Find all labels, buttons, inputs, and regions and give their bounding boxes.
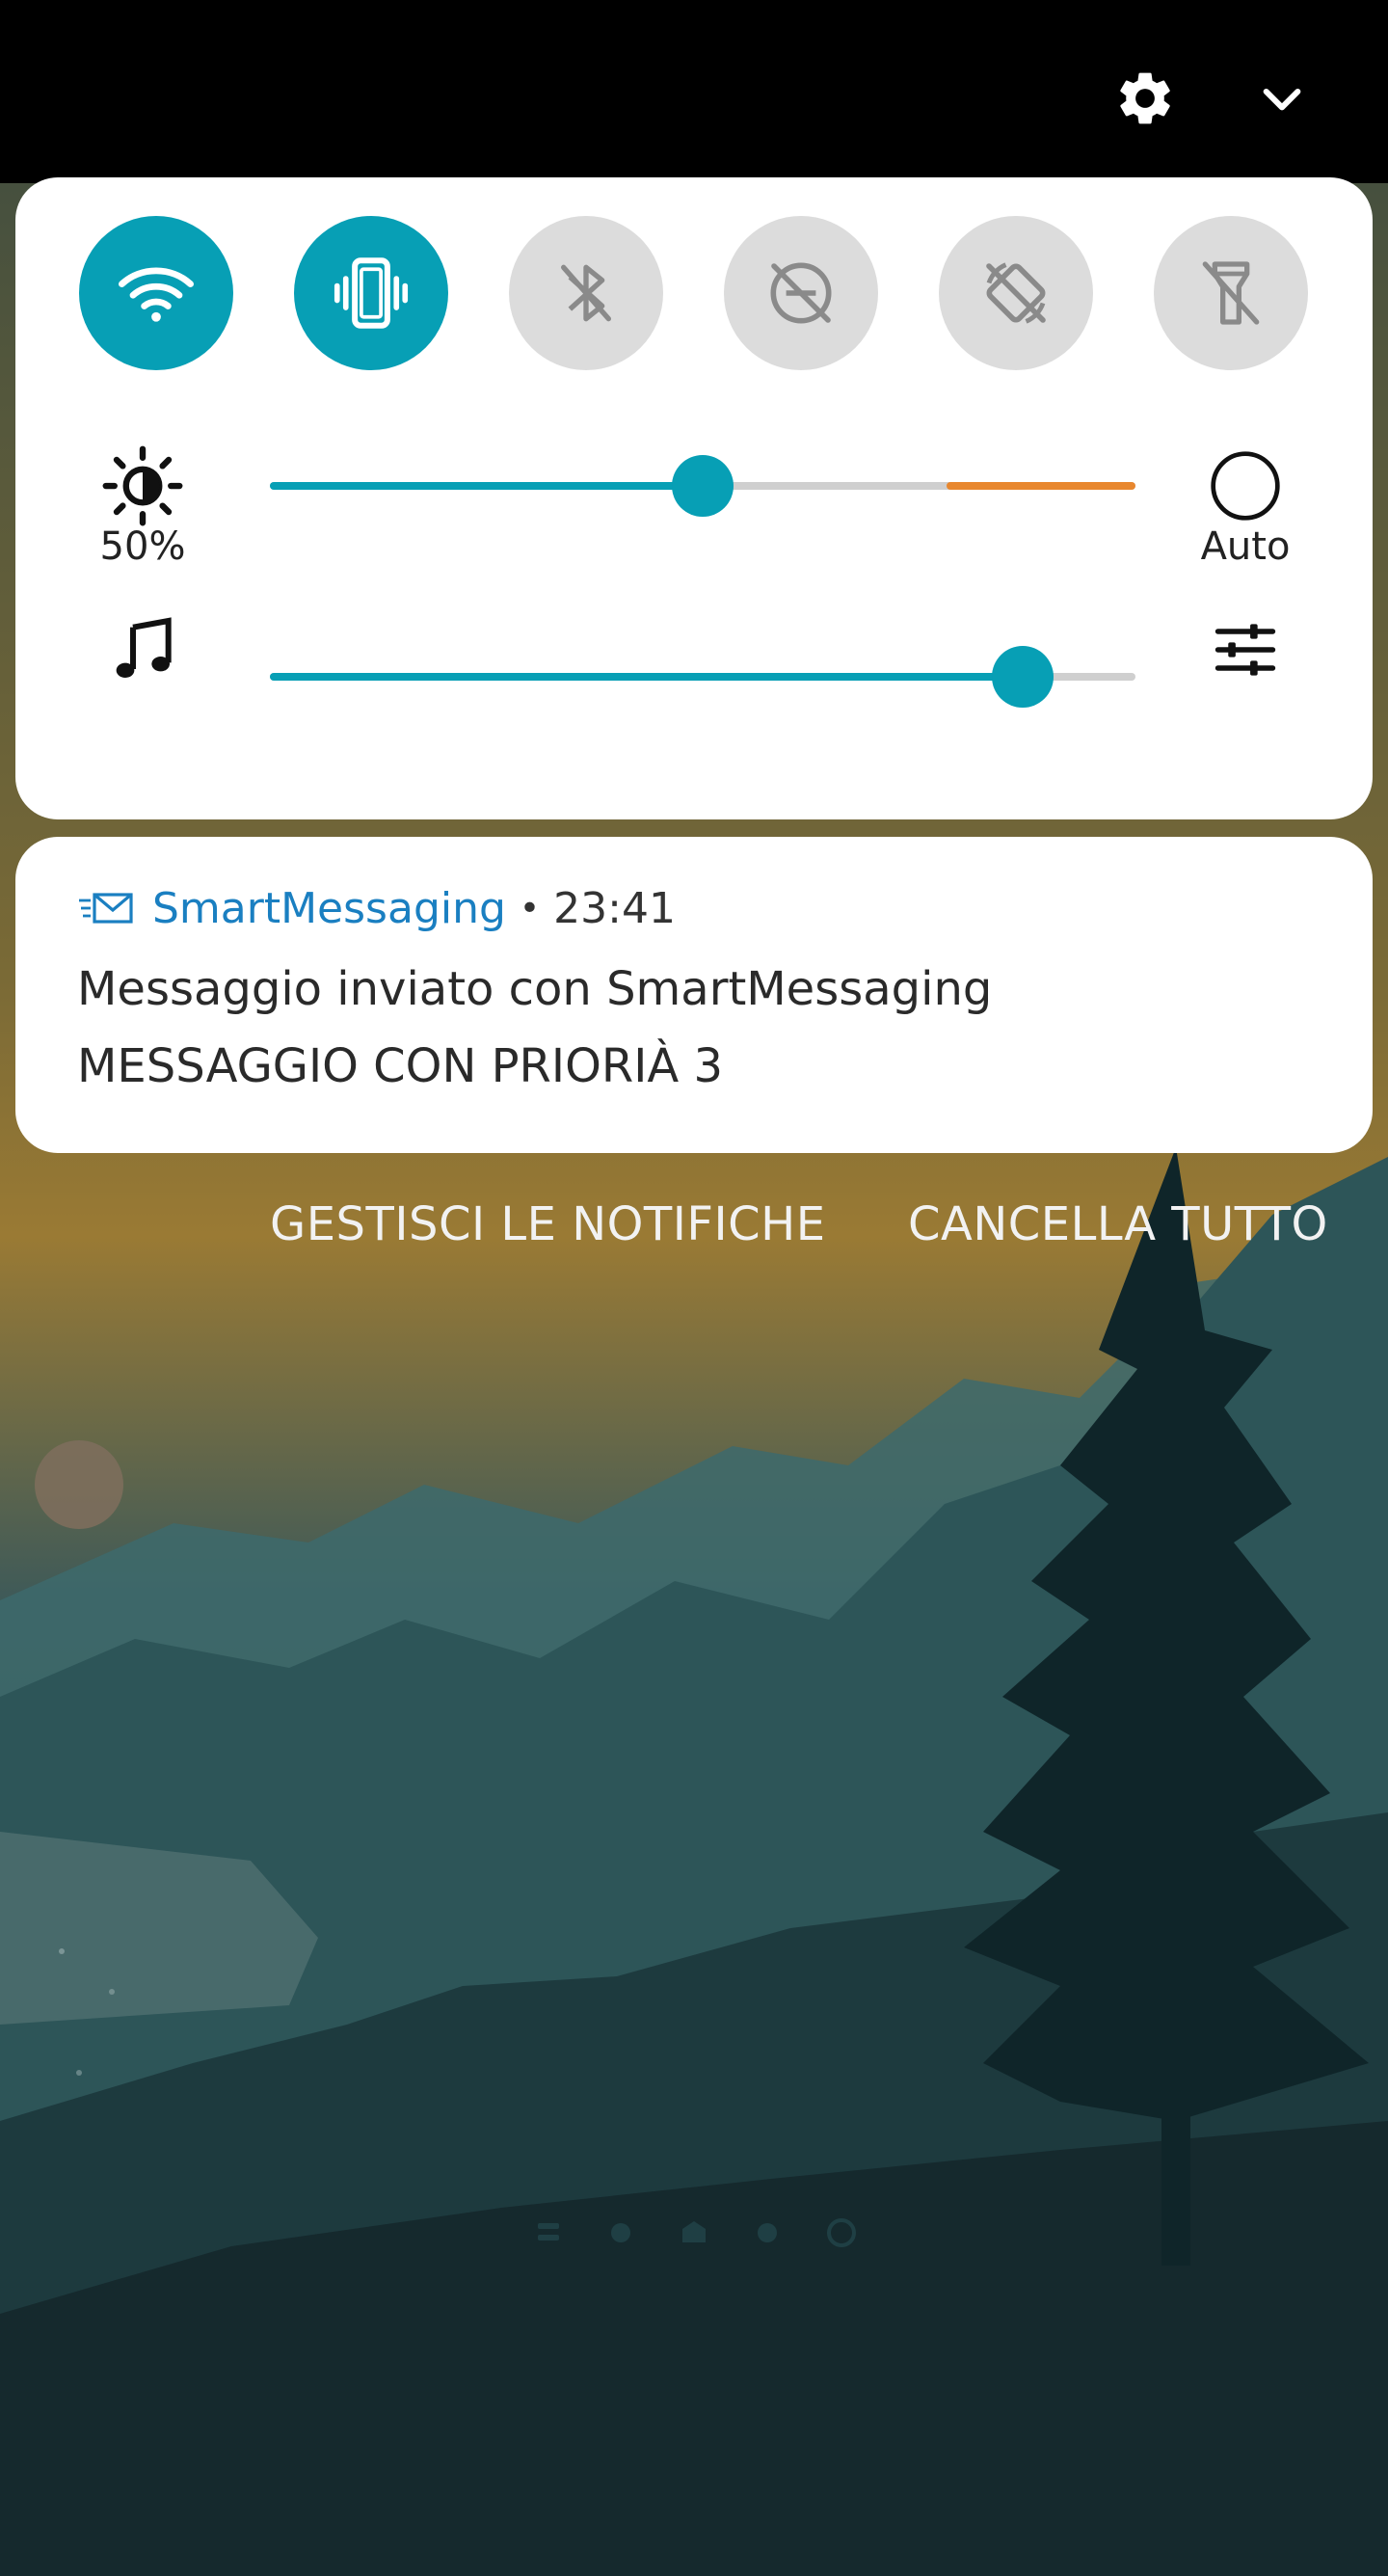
notification-shade: 50% Auto SmartMessaging • 23:41 Messaggi… (0, 0, 1388, 2576)
brightness-percent: 50% (99, 524, 186, 569)
notification-header: SmartMessaging • 23:41 (77, 879, 676, 937)
flashlight-off-icon (1202, 261, 1260, 325)
bluetooth-off-icon (561, 264, 611, 322)
tile-wifi[interactable] (79, 216, 233, 370)
notification-card[interactable]: SmartMessaging • 23:41 Messaggio inviato… (15, 837, 1373, 1153)
brightness-icon (94, 438, 191, 534)
settings-button[interactable] (1107, 60, 1184, 137)
notification-body: MESSAGGIO CON PRIORIÀ 3 (77, 1039, 723, 1093)
status-header (0, 0, 1388, 183)
vibrate-icon (334, 257, 409, 329)
auto-brightness-label: Auto (1200, 524, 1291, 569)
tile-auto-rotate[interactable] (939, 216, 1093, 370)
auto-brightness-toggle[interactable] (1197, 438, 1294, 534)
sound-settings-button[interactable] (1197, 602, 1294, 698)
volume-slider-thumb[interactable] (992, 646, 1054, 708)
collapse-button[interactable] (1243, 60, 1321, 137)
brightness-slider[interactable] (270, 455, 1135, 517)
indicator-home-icon (682, 2221, 706, 2242)
music-note-icon (94, 602, 191, 698)
quick-settings-panel: 50% Auto (15, 177, 1373, 819)
gear-icon (1120, 72, 1170, 124)
volume-row (15, 617, 1373, 775)
brightness-slider-fill (270, 482, 703, 490)
envelope-fast-icon (79, 893, 133, 924)
indicator-menu-icon (538, 2223, 559, 2229)
notification-time: 23:41 (553, 883, 676, 933)
volume-slider-fill (270, 673, 1024, 681)
indicator-dot (758, 2223, 777, 2242)
brightness-warning-range (947, 482, 1135, 490)
tile-vibration[interactable] (294, 216, 448, 370)
wifi-icon (119, 267, 194, 322)
equalizer-icon (1214, 624, 1276, 676)
rotate-off-icon (986, 262, 1046, 324)
tile-bluetooth[interactable] (509, 216, 663, 370)
indicator-current-page (827, 2218, 856, 2247)
notification-app-name: SmartMessaging (152, 883, 506, 933)
manage-notifications-button[interactable]: GESTISCI LE NOTIFICHE (270, 1197, 826, 1251)
volume-slider[interactable] (270, 646, 1135, 708)
home-page-indicator (538, 2218, 856, 2247)
indicator-dot (611, 2223, 630, 2242)
tile-do-not-disturb[interactable] (724, 216, 878, 370)
tile-flashlight[interactable] (1154, 216, 1308, 370)
brightness-slider-thumb[interactable] (672, 455, 734, 517)
notification-separator: • (519, 888, 541, 928)
dnd-off-icon (770, 262, 832, 324)
notification-title: Messaggio inviato con SmartMessaging (77, 962, 993, 1016)
chevron-down-icon (1263, 88, 1301, 111)
clear-all-button[interactable]: CANCELLA TUTTO (908, 1197, 1328, 1251)
circle-icon (1211, 451, 1280, 521)
brightness-row: 50% Auto (15, 438, 1373, 582)
